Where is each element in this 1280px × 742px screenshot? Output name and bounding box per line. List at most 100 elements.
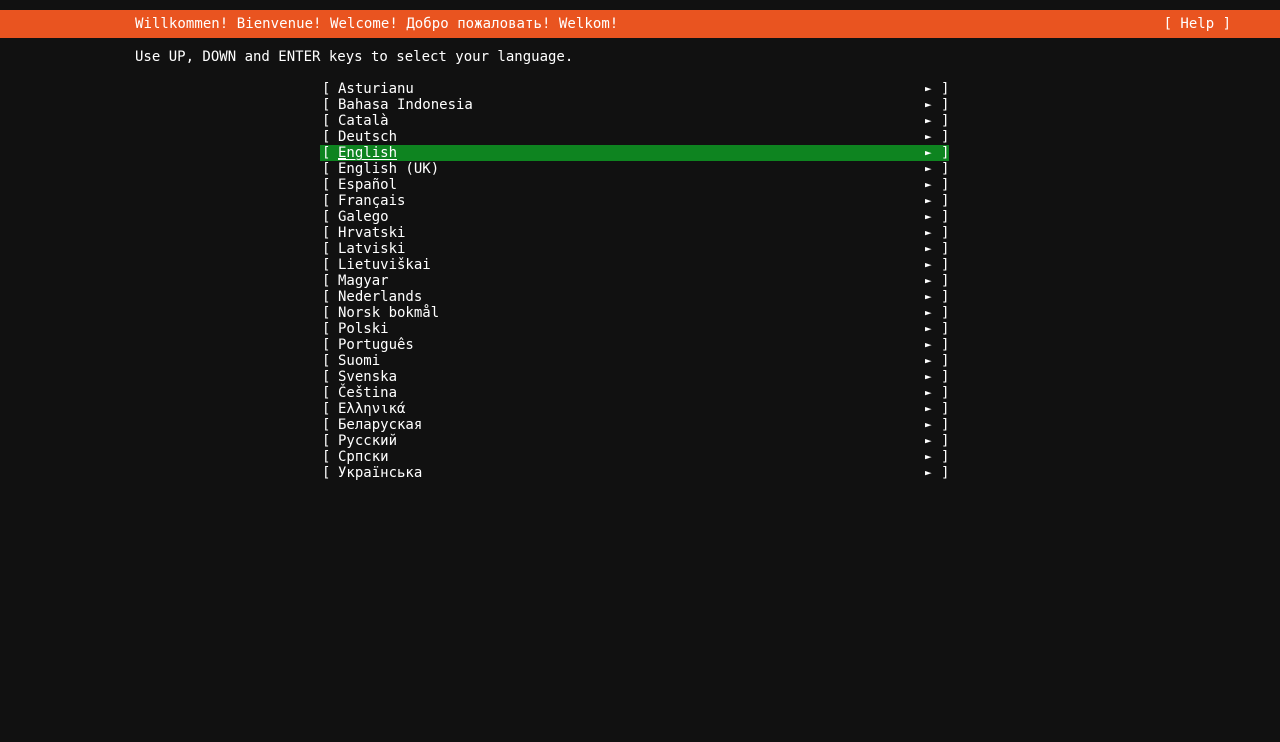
chevron-right-icon: ► xyxy=(925,146,932,159)
chevron-right-icon: ► xyxy=(925,418,932,431)
bracket-open: [ xyxy=(322,145,331,161)
bracket-close: ] xyxy=(941,241,950,257)
bracket-close: ] xyxy=(941,145,950,161)
bracket-close: ] xyxy=(941,257,950,273)
chevron-right-icon: ► xyxy=(925,306,932,319)
bracket-open: [ xyxy=(322,321,331,337)
chevron-right-icon: ► xyxy=(925,290,932,303)
language-list-item[interactable]: [ Asturianu ►] xyxy=(320,81,949,97)
chevron-right-icon: ► xyxy=(925,386,932,399)
bracket-open: [ xyxy=(322,257,331,273)
bracket-close: ] xyxy=(941,305,950,321)
language-list-item[interactable]: [Svenska ►] xyxy=(320,369,949,385)
installer-screen: Willkommen! Bienvenue! Welcome! Добро по… xyxy=(0,0,1280,742)
bracket-close: ] xyxy=(941,321,950,337)
language-list-item[interactable]: [Deutsch ►] xyxy=(320,129,949,145)
bracket-open: [ xyxy=(322,401,331,417)
chevron-right-icon: ► xyxy=(925,82,932,95)
language-label: English xyxy=(338,145,398,161)
bracket-open: [ xyxy=(322,161,331,177)
chevron-right-icon: ► xyxy=(925,466,932,479)
language-list-item[interactable]: [Nederlands ►] xyxy=(320,289,949,305)
language-list-item[interactable]: [ Русский ►] xyxy=(320,433,949,449)
bracket-open: [ xyxy=(322,193,331,209)
language-list-item[interactable]: [Українська ►] xyxy=(320,465,949,481)
page-title: Willkommen! Bienvenue! Welcome! Добро по… xyxy=(135,16,619,32)
language-list-item[interactable]: [Español ►] xyxy=(320,177,949,193)
language-label: Latviski xyxy=(338,241,406,257)
language-label: Čeština xyxy=(338,385,398,401)
chevron-right-icon: ► xyxy=(925,354,932,367)
language-list-item[interactable]: [ Lietuviškai ►] xyxy=(320,257,949,273)
language-label: Svenska xyxy=(338,369,398,385)
bracket-open: [ xyxy=(322,241,331,257)
chevron-right-icon: ► xyxy=(925,322,932,335)
chevron-right-icon: ► xyxy=(925,274,932,287)
language-list-item[interactable]: [ Polski ►] xyxy=(320,321,949,337)
language-label: Français xyxy=(338,193,406,209)
language-label: Català xyxy=(338,113,389,129)
language-list-item[interactable]: [ English (UK) ►] xyxy=(320,161,949,177)
language-label: Lietuviškai xyxy=(338,257,431,273)
bracket-open: [ xyxy=(322,97,331,113)
chevron-right-icon: ► xyxy=(925,114,932,127)
language-label: Polski xyxy=(338,321,389,337)
language-list-item[interactable]: [Hrvatski ►] xyxy=(320,225,949,241)
bracket-open: [ xyxy=(322,289,331,305)
language-label: Hrvatski xyxy=(338,225,406,241)
chevron-right-icon: ► xyxy=(925,162,932,175)
bracket-open: [ xyxy=(322,337,331,353)
language-label: Deutsch xyxy=(338,129,398,145)
chevron-right-icon: ► xyxy=(925,242,932,255)
chevron-right-icon: ► xyxy=(925,258,932,271)
chevron-right-icon: ► xyxy=(925,210,932,223)
language-list-item[interactable]: [Беларуская ►] xyxy=(320,417,949,433)
language-label: Suomi xyxy=(338,353,381,369)
bracket-open: [ xyxy=(322,417,331,433)
chevron-right-icon: ► xyxy=(925,194,932,207)
bracket-close: ] xyxy=(941,209,950,225)
bracket-open: [ xyxy=(322,433,331,449)
bracket-open: [ xyxy=(322,129,331,145)
language-list-item[interactable]: [Ελληνικά ►] xyxy=(320,401,949,417)
chevron-right-icon: ► xyxy=(925,434,932,447)
language-list-item[interactable]: [Magyar ►] xyxy=(320,273,949,289)
language-list-item[interactable]: [ Latviski ►] xyxy=(320,241,949,257)
language-list-item[interactable]: [Norsk bokmål ►] xyxy=(320,305,949,321)
language-label: Asturianu xyxy=(338,81,414,97)
language-list-item[interactable]: [Català ►] xyxy=(320,113,949,129)
language-label: Português xyxy=(338,337,414,353)
language-list-item[interactable]: [ Français ►] xyxy=(320,193,949,209)
chevron-right-icon: ► xyxy=(925,402,932,415)
bracket-close: ] xyxy=(941,129,950,145)
language-list-item[interactable]: [Galego ►] xyxy=(320,209,949,225)
bracket-close: ] xyxy=(941,81,950,97)
language-list-item[interactable]: [Suomi ►] xyxy=(320,353,949,369)
bracket-close: ] xyxy=(941,289,950,305)
bracket-open: [ xyxy=(322,225,331,241)
bracket-close: ] xyxy=(941,465,950,481)
language-label: Српски xyxy=(338,449,389,465)
language-list-item[interactable]: [Português ►] xyxy=(320,337,949,353)
bracket-open: [ xyxy=(322,209,331,225)
bracket-close: ] xyxy=(941,113,950,129)
bracket-close: ] xyxy=(941,433,950,449)
language-label: Norsk bokmål xyxy=(338,305,440,321)
help-button[interactable]: [ Help ] xyxy=(1164,10,1231,38)
bracket-open: [ xyxy=(322,465,331,481)
bracket-open: [ xyxy=(322,81,331,97)
language-list-item[interactable]: [Bahasa Indonesia ►] xyxy=(320,97,949,113)
language-list-item[interactable]: [ English ►] xyxy=(320,145,949,161)
bracket-open: [ xyxy=(322,353,331,369)
language-label: English (UK) xyxy=(338,161,440,177)
bracket-open: [ xyxy=(322,177,331,193)
language-label: Magyar xyxy=(338,273,389,289)
bracket-close: ] xyxy=(941,161,950,177)
chevron-right-icon: ► xyxy=(925,178,932,191)
language-label: Русский xyxy=(338,433,398,449)
language-list-item[interactable]: [Српски ►] xyxy=(320,449,949,465)
bracket-open: [ xyxy=(322,449,331,465)
language-list-item[interactable]: [Čeština ►] xyxy=(320,385,949,401)
bracket-close: ] xyxy=(941,193,950,209)
bracket-close: ] xyxy=(941,401,950,417)
